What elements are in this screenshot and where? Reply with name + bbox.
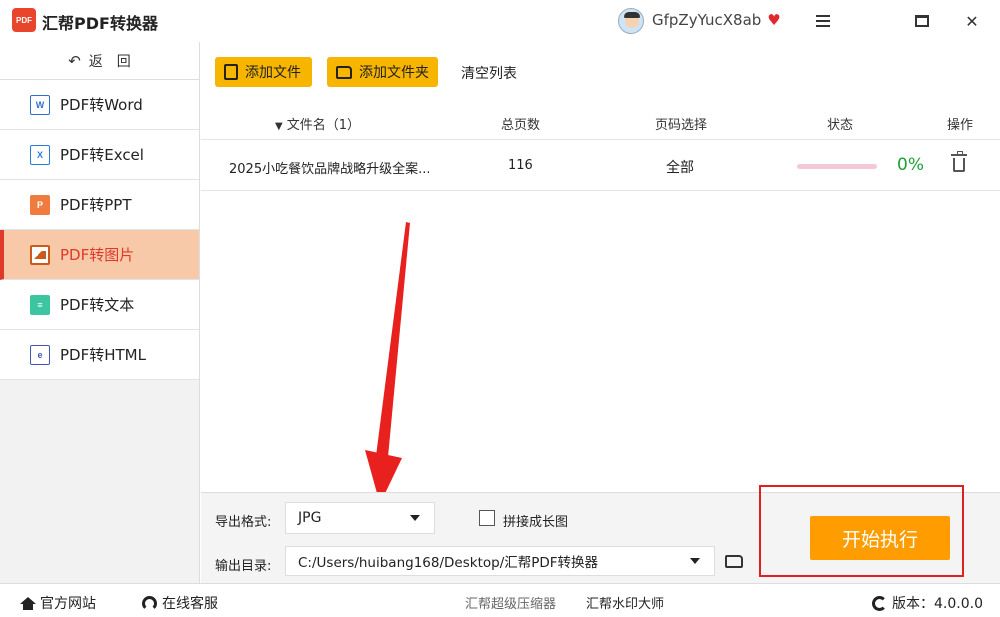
file-name: 2025小吃餐饮品牌战略升级全案... <box>229 162 429 177</box>
close-button[interactable]: ✕ <box>955 6 989 36</box>
compress-app-link[interactable]: 汇帮超级压缩器 <box>465 593 556 612</box>
back-arrow-icon: ↶ <box>68 51 81 70</box>
merge-long-image-checkbox[interactable] <box>479 510 495 526</box>
output-dir-label: 输出目录: <box>215 559 272 574</box>
watermark-app-link[interactable]: 汇帮水印大师 <box>586 593 664 612</box>
sidebar-item-label: PDF转PPT <box>60 196 132 214</box>
add-file-icon <box>224 64 238 80</box>
start-button[interactable]: 开始执行 <box>810 516 950 560</box>
sidebar-item-pdf-to-text[interactable]: ≡ PDF转文本 <box>0 280 199 330</box>
add-folder-label: 添加文件夹 <box>359 65 429 81</box>
file-table: ▼ 文件名（1） 总页数 页码选择 状态 操作 2025小吃餐饮品牌战略升级全案.… <box>201 102 1000 492</box>
back-label: 返 回 <box>88 53 131 70</box>
refresh-icon <box>872 595 887 611</box>
sidebar: ↶ 返 回 W PDF转Word X PDF转Excel P PDF转PPT P… <box>0 42 200 583</box>
delete-trash-icon[interactable] <box>951 151 967 172</box>
image-icon <box>30 244 50 265</box>
table-row[interactable]: 2025小吃餐饮品牌战略升级全案... 116 全部 0% <box>201 141 1000 191</box>
page-count: 116 <box>508 158 533 173</box>
toolbar: 添加文件 添加文件夹 清空列表 <box>201 42 1000 102</box>
app-logo-icon: PDF <box>12 8 36 32</box>
home-icon <box>20 596 36 610</box>
word-icon: W <box>30 94 50 115</box>
vip-diamond-icon[interactable]: ♥ <box>765 11 783 29</box>
column-header-pages: 总页数 <box>501 118 541 133</box>
progress-percent: 0% <box>897 155 924 175</box>
maximize-icon <box>915 15 929 27</box>
version-label: 版本：4.0.0.0 <box>892 596 983 612</box>
app-title: 汇帮PDF转换器 <box>42 14 158 33</box>
page-range-select[interactable]: 全部 <box>666 157 694 177</box>
online-service-label: 在线客服 <box>162 596 218 612</box>
add-folder-button[interactable]: 添加文件夹 <box>327 57 438 87</box>
sidebar-item-pdf-to-word[interactable]: W PDF转Word <box>0 80 199 130</box>
column-name-label: 文件名（1） <box>286 118 360 133</box>
progress-bar <box>797 164 877 169</box>
maximize-button[interactable] <box>905 6 939 36</box>
sidebar-item-label: PDF转文本 <box>60 296 135 314</box>
sidebar-item-pdf-to-excel[interactable]: X PDF转Excel <box>0 130 199 180</box>
footer: 官方网站 在线客服 汇帮超级压缩器 汇帮水印大师 版本：4.0.0.0 <box>0 583 1000 617</box>
username[interactable]: GfpZyYucX8ab <box>652 11 761 29</box>
official-site-link[interactable]: 官方网站 <box>20 593 96 613</box>
column-header-name[interactable]: ▼ 文件名（1） <box>275 114 360 133</box>
output-dir-select[interactable]: C:/Users/huibang168/Desktop/汇帮PDF转换器 <box>285 546 715 576</box>
column-header-range: 页码选择 <box>655 118 708 133</box>
back-button[interactable]: ↶ 返 回 <box>0 42 199 80</box>
table-header: ▼ 文件名（1） 总页数 页码选择 状态 操作 <box>201 102 1000 140</box>
excel-icon: X <box>30 144 50 165</box>
add-folder-icon <box>336 65 352 79</box>
format-select[interactable]: JPG <box>285 502 435 534</box>
sidebar-item-pdf-to-html[interactable]: e PDF转HTML <box>0 330 199 380</box>
online-service-link[interactable]: 在线客服 <box>142 593 218 613</box>
title-bar: PDF 汇帮PDF转换器 GfpZyYucX8ab ♥ ✕ <box>0 0 1000 42</box>
user-avatar[interactable] <box>618 8 644 34</box>
folder-open-icon[interactable] <box>725 555 743 568</box>
ppt-icon: P <box>30 194 50 215</box>
format-value: JPG <box>298 510 322 526</box>
add-file-button[interactable]: 添加文件 <box>215 57 312 87</box>
add-file-label: 添加文件 <box>245 65 301 81</box>
format-label: 导出格式: <box>215 515 272 530</box>
sidebar-item-label: PDF转Word <box>60 96 143 114</box>
sort-down-icon: ▼ <box>275 121 283 132</box>
text-icon: ≡ <box>30 294 50 315</box>
official-site-label: 官方网站 <box>40 596 96 612</box>
merge-long-image-label[interactable]: 拼接成长图 <box>503 511 568 530</box>
avatar-hair-icon <box>624 12 640 18</box>
sidebar-item-pdf-to-image[interactable]: PDF转图片 <box>0 230 199 280</box>
chevron-down-icon <box>690 558 700 564</box>
headset-icon <box>142 595 157 611</box>
close-icon: ✕ <box>965 11 979 31</box>
sidebar-item-label: PDF转图片 <box>60 246 135 264</box>
column-header-op: 操作 <box>947 118 974 133</box>
sidebar-item-label: PDF转Excel <box>60 146 144 164</box>
html-icon: e <box>30 344 50 365</box>
output-dir-value: C:/Users/huibang168/Desktop/汇帮PDF转换器 <box>298 555 599 571</box>
clear-list-button[interactable]: 清空列表 <box>461 63 517 83</box>
menu-button[interactable] <box>806 6 840 36</box>
version-info[interactable]: 版本：4.0.0.0 <box>872 593 983 613</box>
column-header-status: 状态 <box>827 118 854 133</box>
menu-icon <box>816 15 830 27</box>
chevron-down-icon <box>410 515 420 521</box>
sidebar-item-label: PDF转HTML <box>60 346 146 364</box>
sidebar-item-pdf-to-ppt[interactable]: P PDF转PPT <box>0 180 199 230</box>
settings-panel: 导出格式: JPG 拼接成长图 输出目录: C:/Users/huibang16… <box>201 485 1000 583</box>
